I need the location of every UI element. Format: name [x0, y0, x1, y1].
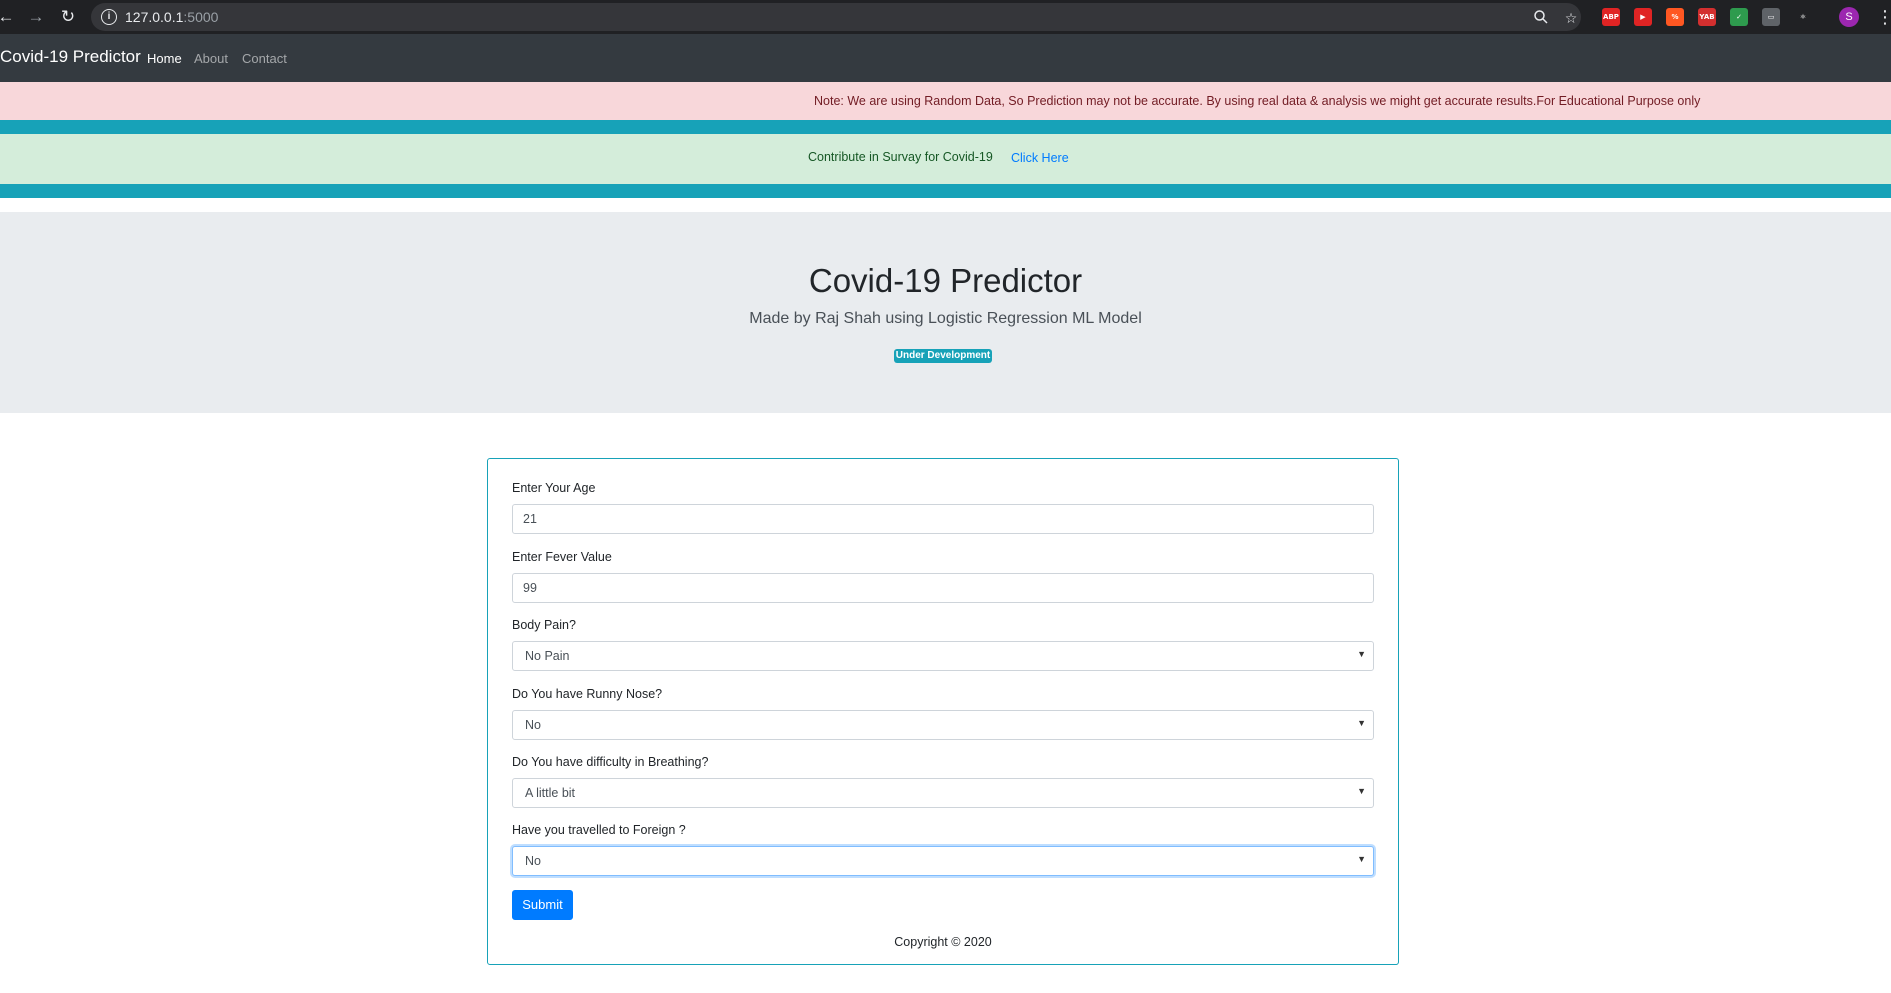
- hero-jumbotron: Covid-19 Predictor Made by Raj Shah usin…: [0, 212, 1891, 413]
- body-pain-value: No Pain: [525, 649, 570, 663]
- breathing-select[interactable]: A little bit ▼: [512, 778, 1374, 808]
- travel-value: No: [525, 854, 541, 868]
- video-extension-icon[interactable]: ▶: [1634, 8, 1652, 26]
- page-subtitle: Made by Raj Shah using Logistic Regressi…: [749, 310, 1142, 327]
- travel-label: Have you travelled to Foreign ?: [512, 823, 686, 837]
- body-pain-label: Body Pain?: [512, 618, 576, 632]
- shield-extension-icon[interactable]: ✓: [1730, 8, 1748, 26]
- yab-extension-icon[interactable]: YAB: [1698, 8, 1716, 26]
- fever-label: Enter Fever Value: [512, 550, 612, 564]
- chevron-down-icon: ▼: [1357, 649, 1366, 659]
- survey-link[interactable]: Click Here: [1011, 151, 1069, 165]
- media-extension-icon[interactable]: ▭: [1762, 8, 1780, 26]
- submit-button[interactable]: Submit: [512, 890, 573, 920]
- browser-menu-icon[interactable]: ⋮: [1876, 6, 1891, 28]
- nav-link-contact[interactable]: Contact: [242, 51, 287, 66]
- note-alert: Note: We are using Random Data, So Predi…: [0, 82, 1891, 120]
- chevron-down-icon: ▼: [1357, 718, 1366, 728]
- chevron-down-icon: ▼: [1357, 786, 1366, 796]
- navbar-brand[interactable]: Covid-19 Predictor: [0, 47, 141, 67]
- bookmark-star-icon[interactable]: ☆: [1562, 9, 1580, 27]
- status-badge: Under Development: [894, 349, 992, 363]
- zoom-icon[interactable]: [1532, 9, 1550, 27]
- profile-avatar[interactable]: S: [1839, 7, 1859, 27]
- breathing-value: A little bit: [525, 786, 576, 800]
- divider-bar: [0, 120, 1891, 134]
- page-title: Covid-19 Predictor: [808, 262, 1083, 299]
- age-label: Enter Your Age: [512, 481, 596, 495]
- forward-icon[interactable]: →: [26, 7, 46, 27]
- nav-link-about[interactable]: About: [194, 51, 228, 66]
- runny-nose-select[interactable]: No ▼: [512, 710, 1374, 740]
- reload-icon[interactable]: ↻: [58, 7, 78, 27]
- prediction-form-card: Enter Your Age Enter Fever Value Body Pa…: [487, 458, 1399, 965]
- body-pain-select[interactable]: No Pain ▼: [512, 641, 1374, 671]
- survey-alert: Contribute in Survay for Covid-19 Click …: [0, 134, 1891, 184]
- fever-input[interactable]: [512, 573, 1374, 603]
- note-alert-text: Note: We are using Random Data, So Predi…: [814, 94, 1701, 108]
- travel-select[interactable]: No ▼: [512, 846, 1374, 876]
- percent-extension-icon[interactable]: %: [1666, 8, 1684, 26]
- address-bar[interactable]: i 127.0.0.1:5000 ☆: [91, 3, 1581, 31]
- react-devtools-icon[interactable]: ⚛: [1794, 8, 1812, 26]
- copyright-text: Copyright © 2020: [894, 935, 992, 949]
- divider-bar: [0, 184, 1891, 198]
- browser-toolbar: ← → ↻ i 127.0.0.1:5000 ☆ ABP ▶% YAB ✓ ▭ ⚛ S ⋮: [0, 0, 1891, 34]
- nav-link-home[interactable]: Home: [147, 51, 182, 66]
- back-icon[interactable]: ←: [0, 7, 16, 27]
- runny-nose-label: Do You have Runny Nose?: [512, 687, 663, 701]
- chevron-down-icon: ▼: [1357, 854, 1366, 864]
- app-navbar: Covid-19 Predictor Home About Contact: [0, 34, 1891, 82]
- survey-alert-text: Contribute in Survay for Covid-19: [808, 150, 993, 164]
- url-text[interactable]: 127.0.0.1:5000: [125, 9, 218, 25]
- adblock-plus-icon[interactable]: ABP: [1602, 8, 1620, 26]
- site-info-icon[interactable]: i: [101, 9, 117, 25]
- runny-nose-value: No: [525, 718, 541, 732]
- age-input[interactable]: [512, 504, 1374, 534]
- breathing-label: Do You have difficulty in Breathing?: [512, 755, 709, 769]
